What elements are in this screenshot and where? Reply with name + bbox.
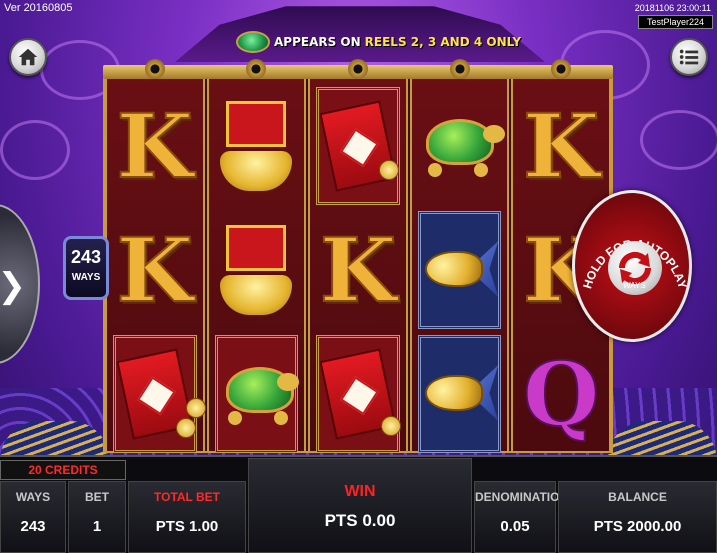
ways-panel-label: WAYS [15, 490, 51, 504]
symbol-k: K [116, 94, 194, 198]
home-button[interactable] [9, 38, 47, 76]
banner-text-yellow: REELS 2, 3 AND 4 ONLY [364, 35, 522, 49]
menu-button[interactable] [670, 38, 708, 76]
denomination-label: DENOMINATION [475, 490, 569, 504]
gold-ingot-icon [220, 225, 293, 315]
ways-badge-number: 243 [70, 247, 102, 267]
reel-4 [407, 59, 512, 453]
ways-badge: 243 WAYS [63, 236, 109, 300]
chevron-right-icon: ❯ [0, 266, 26, 306]
wild-gem-icon [236, 31, 270, 53]
win-label: WIN [344, 483, 376, 500]
symbol-q: Q [522, 342, 601, 446]
gold-ingot-icon [220, 101, 293, 191]
version-label: Ver 20160805 [4, 2, 73, 14]
spin-button[interactable]: HOLD FOR AUTOPLAY WAYS [572, 190, 692, 342]
win-panel: WIN PTS 0.00 [248, 458, 472, 553]
golden-fish-icon [421, 359, 499, 429]
symbol-golden-fish [417, 335, 502, 453]
symbol-red-envelope [316, 87, 400, 205]
reel-knob-icon [347, 59, 368, 79]
game-stage: Ver 20160805 20181106 23:00:11 TestPlaye… [0, 0, 717, 553]
symbol-gold-ingot [215, 87, 299, 205]
ways-panel-value: 243 [20, 518, 46, 535]
bet-panel-value: 1 [92, 518, 102, 535]
player-name: TestPlayer224 [637, 15, 713, 29]
turtle-icon [418, 111, 506, 181]
side-panel-toggle[interactable]: ❯ [0, 204, 40, 364]
denomination-value: 0.05 [500, 518, 530, 535]
symbol-k: K [319, 218, 397, 322]
total-bet-panel: TOTAL BET PTS 1.00 [128, 481, 246, 553]
banner-text-white: APPEARS ON [274, 35, 361, 49]
symbol-turtle [418, 87, 506, 205]
symbol-gold-ingot [215, 211, 299, 329]
total-bet-label: TOTAL BET [154, 490, 220, 504]
ways-panel: WAYS 243 [0, 481, 66, 553]
cloud-decoration [640, 110, 717, 170]
reel-3: K [306, 59, 410, 453]
symbol-red-envelope [316, 335, 402, 453]
symbol-k: K [522, 94, 600, 198]
home-icon [18, 48, 38, 66]
balance-value: PTS 2000.00 [593, 518, 682, 535]
cloud-decoration [0, 120, 70, 180]
turtle-icon [218, 359, 300, 429]
bet-panel-label: BET [85, 490, 109, 504]
credits-label: 20 CREDITS [0, 460, 126, 480]
win-value: PTS 0.00 [324, 511, 396, 530]
symbol-golden-fish [417, 211, 502, 329]
reel-knob-icon [449, 59, 470, 79]
menu-icon [679, 49, 699, 65]
balance-label: BALANCE [608, 490, 667, 504]
total-bet-value: PTS 1.00 [155, 518, 219, 535]
symbol-turtle [214, 335, 300, 453]
reel-knob-icon [144, 59, 165, 79]
reel-1: K K [103, 59, 207, 453]
wild-banner: APPEARS ON REELS 2, 3 AND 4 ONLY [236, 31, 521, 53]
symbol-red-envelope [113, 335, 206, 453]
balance-panel: BALANCE PTS 2000.00 [558, 481, 717, 553]
datetime-label: 20181106 23:00:11 [634, 3, 711, 13]
symbol-k: K [116, 218, 194, 322]
spin-ways-label: WAYS [623, 281, 646, 290]
golden-fish-icon [421, 235, 499, 305]
reel-grid: K K K K K Q [103, 59, 613, 453]
reel-2 [204, 59, 309, 453]
bet-panel[interactable]: BET 1 [68, 481, 126, 553]
denomination-panel[interactable]: DENOMINATION 0.05 [474, 481, 569, 553]
ways-badge-label: WAYS [71, 272, 101, 283]
